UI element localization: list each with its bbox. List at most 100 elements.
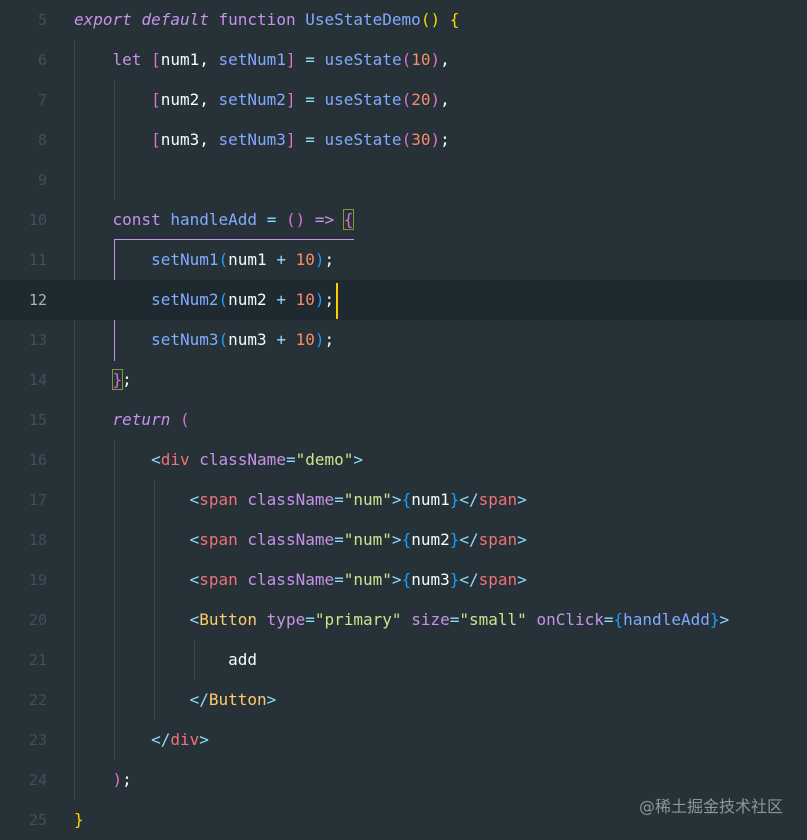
code-line[interactable]: 15 return (	[0, 400, 807, 440]
code-token: num1	[228, 250, 277, 269]
line-number: 15	[28, 411, 47, 429]
code-line[interactable]: 23 </div>	[0, 720, 807, 760]
code-token: UseStateDemo	[305, 10, 421, 29]
line-number: 13	[28, 331, 47, 349]
code-token: <	[189, 570, 200, 589]
code-token: "primary"	[314, 610, 402, 629]
code-line[interactable]: 18 <span className="num">{num2}</span>	[0, 520, 807, 560]
code-token: 10	[295, 330, 315, 349]
code-token: (	[401, 90, 412, 109]
code-token: default	[141, 10, 209, 29]
code-editor[interactable]: 5 export default function UseStateDemo() …	[0, 0, 807, 839]
code-token: 20	[411, 90, 431, 109]
code-token: )	[430, 90, 441, 109]
code-token: {	[401, 530, 412, 549]
code-token: span	[199, 530, 238, 549]
code-token: useState	[324, 90, 402, 109]
code-line[interactable]: 6 let [num1, setNum1] = useState(10),	[0, 40, 807, 80]
code-token: useState	[324, 130, 402, 149]
line-number: 23	[28, 731, 47, 749]
line-number: 21	[28, 651, 47, 669]
code-token: {	[401, 490, 412, 509]
code-token: span	[199, 490, 238, 509]
code-token: num2	[228, 290, 277, 309]
code-token: num3,	[160, 130, 219, 149]
line-number: 12	[28, 291, 47, 309]
code-text: [num3, setNum3] = useState(30);	[74, 120, 450, 160]
code-line[interactable]: 14 };	[0, 360, 807, 400]
code-line[interactable]: 5 export default function UseStateDemo() …	[0, 0, 807, 40]
line-number: 7	[37, 91, 47, 109]
line-number: 11	[28, 251, 47, 269]
code-token: div	[170, 730, 200, 749]
code-token: ,	[440, 50, 450, 69]
code-line[interactable]: 11 setNum1(num1 + 10);	[0, 240, 807, 280]
code-token: )	[430, 130, 441, 149]
code-token: =>	[314, 210, 335, 229]
code-text: }	[74, 800, 84, 840]
code-line[interactable]: 13 setNum3(num3 + 10);	[0, 320, 807, 360]
code-line[interactable]: 22 </Button>	[0, 680, 807, 720]
code-token: 30	[411, 130, 431, 149]
code-line[interactable]: 8 [num3, setNum3] = useState(30);	[0, 120, 807, 160]
code-text: <Button type="primary" size="small" onCl…	[74, 600, 730, 640]
line-number: 25	[28, 811, 47, 829]
code-line[interactable]: 21 add	[0, 640, 807, 680]
code-token: {	[613, 610, 624, 629]
code-token: (	[218, 330, 229, 349]
code-line[interactable]: 16 <div className="demo">	[0, 440, 807, 480]
code-line[interactable]: 20 <Button type="primary" size="small" o…	[0, 600, 807, 640]
code-token: ;	[324, 290, 335, 309]
code-token: setNum2	[218, 90, 286, 109]
line-number: 20	[28, 611, 47, 629]
code-token: >	[517, 530, 527, 549]
code-text: };	[74, 360, 132, 400]
code-token: "demo"	[295, 450, 354, 469]
code-token: <	[151, 450, 161, 469]
code-token: <	[189, 490, 200, 509]
code-token: span	[199, 570, 238, 589]
code-token: )	[430, 50, 441, 69]
code-token: num1	[411, 490, 450, 509]
code-token: className	[247, 530, 335, 549]
code-token: )	[314, 330, 325, 349]
code-token: }	[449, 490, 460, 509]
code-token: "small"	[459, 610, 527, 629]
code-token: function	[218, 10, 296, 29]
code-token: const	[112, 210, 161, 229]
code-line[interactable]: 10 const handleAdd = () => {	[0, 200, 807, 240]
code-token: "num"	[343, 490, 392, 509]
code-line[interactable]: 19 <span className="num">{num3}</span>	[0, 560, 807, 600]
code-text: add	[74, 640, 257, 680]
code-line[interactable]: 12 setNum2(num2 + 10);	[0, 280, 807, 320]
line-number: 24	[28, 771, 47, 789]
code-token: {	[449, 10, 460, 29]
code-line[interactable]: 9	[0, 160, 807, 200]
code-token: </	[151, 730, 171, 749]
code-token: ,	[440, 90, 450, 109]
code-token: ()	[420, 10, 441, 29]
line-number: 14	[28, 371, 47, 389]
code-line[interactable]: 7 [num2, setNum2] = useState(20),	[0, 80, 807, 120]
code-text: setNum3(num3 + 10);	[74, 320, 334, 360]
code-token: =	[285, 450, 296, 469]
code-token: >	[391, 530, 402, 549]
code-line[interactable]: 17 <span className="num">{num1}</span>	[0, 480, 807, 520]
